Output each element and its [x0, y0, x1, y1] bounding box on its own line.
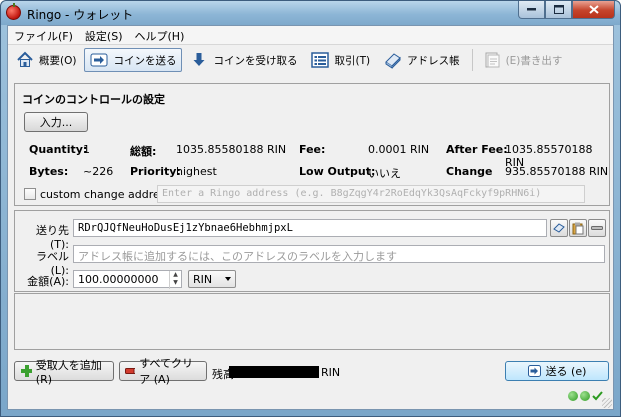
title-bar[interactable]: Ringo - ウォレット: [1, 1, 620, 25]
bytes-value: ~226: [83, 165, 114, 178]
minimize-button[interactable]: [518, 1, 545, 19]
remove-recipient-button[interactable]: [588, 219, 606, 237]
priority-label: Priority:: [130, 165, 181, 178]
balance-unit: RIN: [321, 366, 341, 379]
change-value: 935.85570188 RIN: [505, 165, 609, 178]
paste-icon: [572, 222, 584, 234]
menu-help[interactable]: ヘルプ(H): [129, 26, 191, 44]
export-icon: [483, 51, 501, 69]
resize-grip-icon[interactable]: [602, 398, 612, 408]
clear-all-label: すべてクリア (A): [139, 357, 194, 386]
recipients-scroll-area: [14, 293, 610, 350]
priority-value: highest: [176, 165, 217, 178]
list-icon: [311, 51, 330, 69]
close-icon: [588, 5, 599, 14]
fee-value: 0.0001 RIN: [368, 143, 430, 156]
clear-all-button[interactable]: すべてクリア (A): [119, 357, 207, 386]
address-book-icon: [384, 51, 402, 69]
maximize-button[interactable]: [545, 1, 572, 19]
staking-status-icon: [580, 391, 590, 401]
after-fee-label: After Fee:: [446, 143, 508, 156]
app-window: Ringo - ウォレット ファイル(F) 設定(S) ヘルプ(H) 概要(O)…: [0, 0, 621, 417]
menu-divider: [8, 44, 613, 45]
bytes-label: Bytes:: [29, 165, 69, 178]
quantity-value: 1: [83, 143, 90, 156]
add-icon: [21, 365, 32, 377]
coin-control-title: コインのコントロールの設定: [22, 93, 165, 106]
receive-arrow-icon: [190, 51, 208, 69]
toolbar-overview-label: 概要(O): [39, 54, 77, 67]
add-recipient-button[interactable]: 受取人を追加 (R): [14, 359, 114, 386]
status-icons: [568, 391, 603, 401]
menu-settings[interactable]: 設定(S): [79, 26, 129, 44]
unit-select-value: RIN: [193, 273, 213, 286]
eraser-icon: [125, 368, 136, 374]
low-output-label: Low Output:: [299, 165, 376, 178]
low-output-value: いいえ: [368, 167, 401, 180]
pay-to-label: 送り先(T):: [36, 224, 69, 251]
toolbar-address-book-label: アドレス帳: [407, 54, 460, 67]
custom-change-address-input[interactable]: Enter a Ringo address (e.g. B8gZqgY4r2Ro…: [157, 185, 585, 203]
menu-bar: ファイル(F) 設定(S) ヘルプ(H): [8, 26, 613, 44]
send-button[interactable]: 送る (e): [505, 361, 609, 381]
custom-change-checkbox[interactable]: [24, 188, 36, 200]
paste-button[interactable]: [569, 219, 587, 237]
toolbar-receive-label: コインを受け取る: [213, 54, 298, 67]
maximize-icon: [553, 5, 564, 14]
toolbar-transactions-button[interactable]: 取引(T): [305, 48, 376, 72]
total-amount-value: 1035.85580188 RIN: [176, 143, 287, 156]
toolbar-transactions-label: 取引(T): [334, 54, 371, 67]
chevron-down-icon: [225, 277, 231, 281]
spin-up-icon[interactable]: ▲: [170, 271, 181, 279]
close-button[interactable]: [572, 1, 615, 19]
toolbar-send-button[interactable]: コインを送る: [84, 48, 183, 72]
client-area: ファイル(F) 設定(S) ヘルプ(H) 概要(O) コインを送る コインを受け…: [7, 25, 614, 410]
send-arrow-icon: [527, 365, 541, 377]
amount-spinner[interactable]: ▲ ▼: [169, 271, 181, 289]
quantity-label: Quantity:: [29, 143, 88, 156]
toolbar: 概要(O) コインを送る コインを受け取る 取引(T) アドレス帳 (E)書き出…: [10, 47, 570, 73]
toolbar-address-book-button[interactable]: アドレス帳: [378, 48, 466, 72]
window-title: Ringo - ウォレット: [27, 8, 134, 22]
fee-label: Fee:: [299, 143, 326, 156]
recipient-panel: 送り先(T): RDrQJQfNeuHoDusEj1zYbnae6Hebhmjp…: [14, 210, 610, 292]
home-icon: [16, 51, 34, 69]
unit-select[interactable]: RIN: [188, 270, 236, 288]
total-amount-label: 総額:: [130, 145, 157, 158]
remove-icon: [591, 226, 603, 230]
spin-down-icon[interactable]: ▼: [170, 279, 181, 287]
toolbar-export-label: (E)書き出す: [505, 54, 563, 67]
amount-label: 金額(A):: [27, 275, 69, 288]
toolbar-receive-button[interactable]: コインを受け取る: [184, 48, 303, 72]
coin-inputs-button[interactable]: 入力...: [24, 112, 88, 132]
label-input[interactable]: アドレス帳に追加するには、このアドレスのラベルを入力します: [73, 245, 605, 263]
balance-redacted: [229, 366, 319, 378]
toolbar-overview-button[interactable]: 概要(O): [10, 48, 82, 72]
add-recipient-label: 受取人を追加 (R): [35, 358, 102, 386]
menu-file[interactable]: ファイル(F): [8, 26, 79, 44]
toolbar-send-label: コインを送る: [113, 54, 177, 67]
ringo-app-icon: [6, 3, 21, 20]
network-status-icon: [568, 391, 578, 401]
address-book-icon: [553, 223, 565, 233]
address-book-button[interactable]: [550, 219, 568, 237]
toolbar-export-button[interactable]: (E)書き出す: [477, 48, 569, 72]
custom-change-label: custom change address: [40, 188, 172, 201]
coin-control-panel: コインのコントロールの設定 入力... Quantity: 1 Bytes: ~…: [14, 83, 610, 206]
send-arrow-icon: [90, 51, 108, 69]
change-label: Change: [446, 165, 493, 178]
send-label: 送る (e): [545, 365, 587, 378]
pay-to-input[interactable]: RDrQJQfNeuHoDusEj1zYbnae6HebhmjpxL: [73, 219, 547, 237]
amount-input[interactable]: 100.00000000: [73, 270, 182, 288]
minimize-icon: [527, 8, 536, 11]
toolbar-separator: [471, 49, 473, 71]
